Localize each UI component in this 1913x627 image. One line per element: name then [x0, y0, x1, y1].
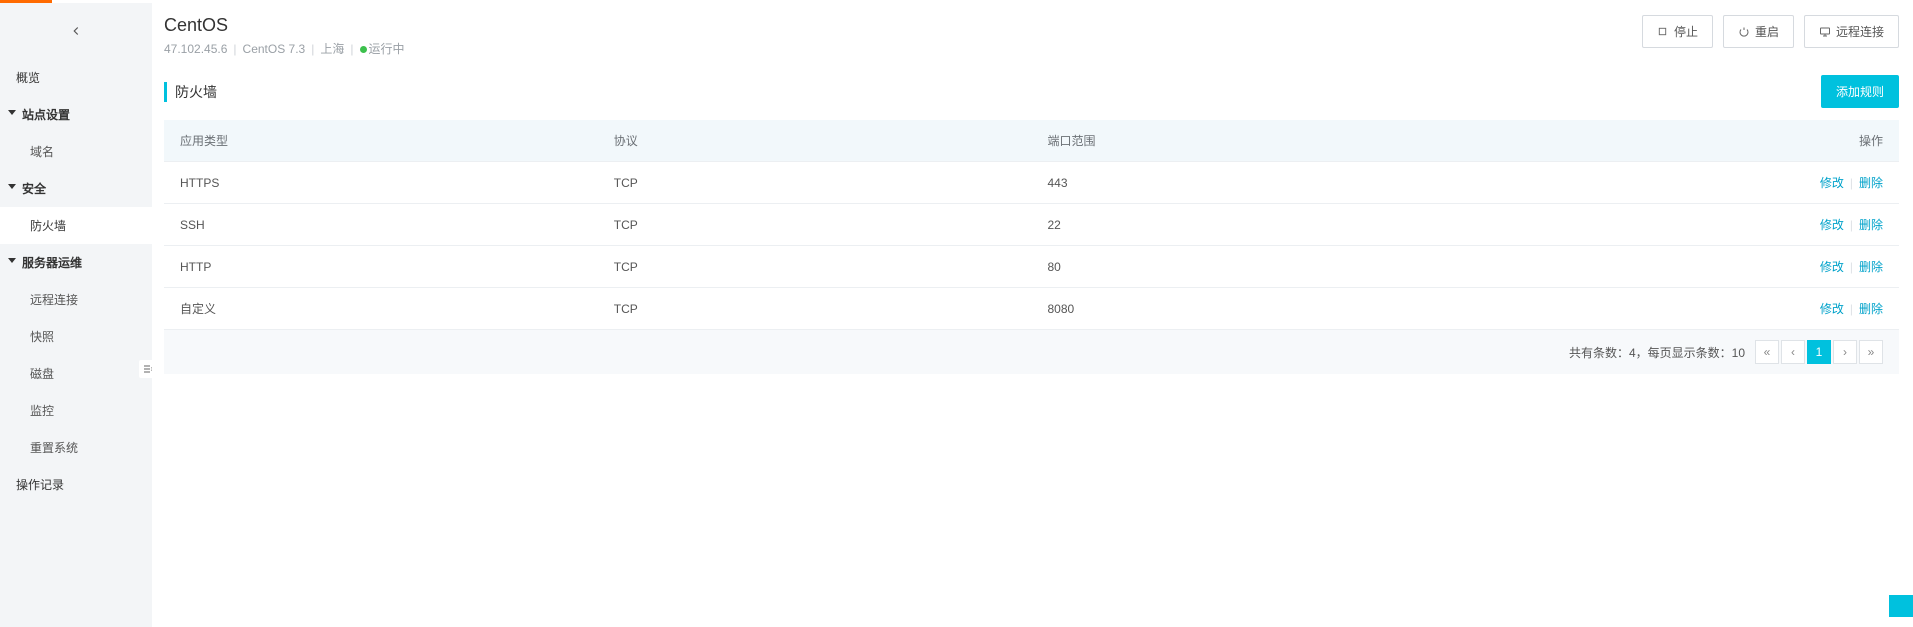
cell-app-type: 自定义 — [164, 288, 598, 330]
stop-icon — [1657, 26, 1669, 38]
pagination-summary: 共有条数：4，每页显示条数：10 — [1569, 344, 1745, 361]
cell-protocol: TCP — [598, 246, 1032, 288]
sidebar-group-security[interactable]: 安全 — [0, 170, 152, 207]
server-os: CentOS 7.3 — [243, 42, 306, 56]
restart-label: 重启 — [1755, 23, 1779, 40]
edit-link[interactable]: 修改 — [1820, 218, 1844, 232]
cell-app-type: HTTPS — [164, 162, 598, 204]
cell-protocol: TCP — [598, 204, 1032, 246]
delete-link[interactable]: 删除 — [1859, 176, 1883, 190]
edit-link[interactable]: 修改 — [1820, 302, 1844, 316]
cell-app-type: HTTP — [164, 246, 598, 288]
delete-link[interactable]: 删除 — [1859, 260, 1883, 274]
separator: | — [233, 42, 236, 56]
table-row: 自定义TCP8080 修改 | 删除 — [164, 288, 1899, 330]
cell-operation: 修改 | 删除 — [1691, 204, 1899, 246]
sidebar-item-oplog[interactable]: 操作记录 — [0, 466, 152, 503]
remote-icon — [1819, 26, 1831, 38]
sidebar-group-site-settings[interactable]: 站点设置 — [0, 96, 152, 133]
firewall-table: 应用类型 协议 端口范围 操作 HTTPSTCP443修改|删除SSHTCP22… — [164, 120, 1899, 329]
status-text: 运行中 — [369, 42, 405, 56]
cell-operation: 修改 | 删除 — [1691, 246, 1899, 288]
page-current[interactable]: 1 — [1807, 340, 1831, 364]
delete-link[interactable]: 删除 — [1859, 302, 1883, 316]
cell-port-range: 8080 — [1032, 288, 1691, 330]
separator: | — [1850, 176, 1853, 190]
col-app-type: 应用类型 — [164, 120, 598, 162]
cell-app-type: SSH — [164, 204, 598, 246]
sidebar-item-disk[interactable]: 磁盘 — [0, 355, 152, 392]
server-region: 上海 — [320, 40, 344, 57]
stop-button[interactable]: 停止 — [1642, 15, 1713, 48]
stop-label: 停止 — [1674, 23, 1698, 40]
sidebar-item-domain[interactable]: 域名 — [0, 133, 152, 170]
status-indicator: 运行中 — [360, 40, 405, 57]
cell-protocol: TCP — [598, 162, 1032, 204]
table-row: HTTPTCP80 修改 | 删除 — [164, 246, 1899, 288]
remote-label: 远程连接 — [1836, 23, 1884, 40]
sidebar-item-overview[interactable]: 概览 — [0, 59, 152, 96]
chevron-left-icon — [69, 24, 83, 38]
cell-protocol: TCP — [598, 288, 1032, 330]
main-content: CentOS 47.102.45.6 | CentOS 7.3 | 上海 | 运… — [152, 3, 1913, 627]
back-button[interactable] — [0, 3, 152, 59]
cell-port-range: 80 — [1032, 246, 1691, 288]
remote-connect-button[interactable]: 远程连接 — [1804, 15, 1899, 48]
edit-link[interactable]: 修改 — [1820, 260, 1844, 274]
table-row: SSHTCP22 修改 | 删除 — [164, 204, 1899, 246]
status-dot-icon — [360, 46, 367, 53]
restart-button[interactable]: 重启 — [1723, 15, 1794, 48]
page-last[interactable]: » — [1859, 340, 1883, 364]
col-operation: 操作 — [1691, 120, 1899, 162]
separator: | — [1850, 302, 1853, 316]
title-block: CentOS 47.102.45.6 | CentOS 7.3 | 上海 | 运… — [164, 15, 405, 57]
panel-title: 防火墙 — [164, 82, 217, 102]
edit-link[interactable]: 修改 — [1820, 176, 1844, 190]
page-first[interactable]: « — [1755, 340, 1779, 364]
header-actions: 停止 重启 远程连接 — [1642, 15, 1899, 48]
sidebar: 概览 站点设置 域名 安全 防火墙 服务器运维 远程连接 快照 磁盘 监控 重置… — [0, 3, 152, 627]
col-port-range: 端口范围 — [1032, 120, 1691, 162]
help-fab[interactable] — [1889, 595, 1913, 617]
cell-operation: 修改 | 删除 — [1691, 288, 1899, 330]
sidebar-item-snapshot[interactable]: 快照 — [0, 318, 152, 355]
sidebar-item-reset-system[interactable]: 重置系统 — [0, 429, 152, 466]
cell-operation: 修改 | 删除 — [1691, 162, 1899, 204]
pager: « ‹ 1 › » — [1755, 340, 1883, 364]
separator: | — [1850, 218, 1853, 232]
sidebar-item-remote-connect[interactable]: 远程连接 — [0, 281, 152, 318]
separator: | — [1850, 260, 1853, 274]
cell-port-range: 22 — [1032, 204, 1691, 246]
server-ip: 47.102.45.6 — [164, 42, 227, 56]
add-rule-button[interactable]: 添加规则 — [1821, 75, 1899, 108]
sidebar-group-server-ops[interactable]: 服务器运维 — [0, 244, 152, 281]
separator: | — [311, 42, 314, 56]
page-header: CentOS 47.102.45.6 | CentOS 7.3 | 上海 | 运… — [164, 15, 1899, 75]
table-row: HTTPSTCP443 修改 | 删除 — [164, 162, 1899, 204]
panel-header: 防火墙 添加规则 — [164, 75, 1899, 108]
sidebar-item-monitoring[interactable]: 监控 — [0, 392, 152, 429]
col-protocol: 协议 — [598, 120, 1032, 162]
delete-link[interactable]: 删除 — [1859, 218, 1883, 232]
cell-port-range: 443 — [1032, 162, 1691, 204]
page-prev[interactable]: ‹ — [1781, 340, 1805, 364]
table-header-row: 应用类型 协议 端口范围 操作 — [164, 120, 1899, 162]
restart-icon — [1738, 26, 1750, 38]
page-next[interactable]: › — [1833, 340, 1857, 364]
sidebar-item-firewall[interactable]: 防火墙 — [0, 207, 152, 244]
page-title: CentOS — [164, 15, 405, 36]
table-footer: 共有条数：4，每页显示条数：10 « ‹ 1 › » — [164, 329, 1899, 374]
separator: | — [350, 42, 353, 56]
page-subtitle: 47.102.45.6 | CentOS 7.3 | 上海 | 运行中 — [164, 40, 405, 57]
